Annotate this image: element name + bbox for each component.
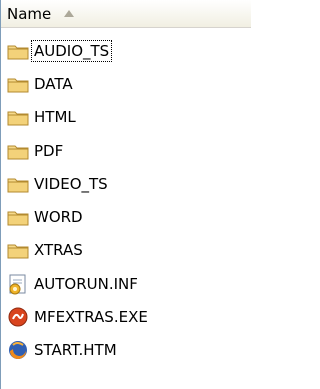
file-list: AUDIO_TS DATA HTML PDF VIDEO_TS WORD XTR… — [1, 28, 252, 367]
file-name: PDF — [34, 141, 64, 160]
firefox-html-icon — [6, 338, 30, 362]
file-row[interactable]: HTML — [1, 101, 252, 134]
folder-icon — [6, 72, 30, 96]
file-row[interactable]: MFEXTRAS.EXE — [1, 300, 252, 333]
file-name: HTML — [34, 108, 76, 127]
column-header-label: Name — [7, 4, 52, 23]
file-name: DATA — [34, 74, 73, 93]
file-row[interactable]: WORD — [1, 200, 252, 233]
file-name: START.HTM — [34, 341, 117, 360]
file-name: WORD — [34, 208, 83, 227]
file-row[interactable]: START.HTM — [1, 334, 252, 367]
file-row[interactable]: XTRAS — [1, 234, 252, 267]
file-name: MFEXTRAS.EXE — [34, 308, 148, 327]
file-name: AUDIO_TS — [30, 39, 113, 62]
file-name: XTRAS — [34, 241, 83, 260]
file-row[interactable]: VIDEO_TS — [1, 167, 252, 200]
column-header-name[interactable]: Name — [1, 0, 252, 28]
file-row[interactable]: PDF — [1, 134, 252, 167]
file-name: VIDEO_TS — [34, 174, 108, 193]
folder-icon — [6, 205, 30, 229]
sort-ascending-icon — [64, 9, 75, 17]
setup-info-icon — [6, 272, 30, 296]
folder-icon — [6, 139, 30, 163]
folder-icon — [6, 105, 30, 129]
file-row[interactable]: AUDIO_TS — [1, 34, 252, 67]
file-name: AUTORUN.INF — [34, 274, 138, 293]
file-list-pane: Name AUDIO_TS DATA HTML PDF VIDEO_TS WOR… — [0, 0, 252, 389]
folder-icon — [6, 238, 30, 262]
shockwave-exe-icon — [6, 305, 30, 329]
column-header-name-cell[interactable]: Name — [1, 0, 252, 27]
pane-gap — [251, 0, 267, 389]
file-row[interactable]: DATA — [1, 67, 252, 100]
folder-icon — [6, 39, 30, 63]
folder-icon — [6, 172, 30, 196]
file-row[interactable]: AUTORUN.INF — [1, 267, 252, 300]
